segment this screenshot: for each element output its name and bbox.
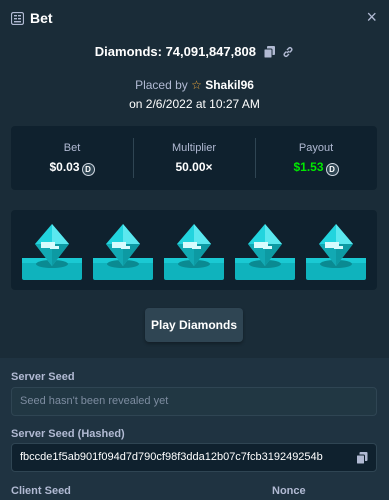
stat-multiplier-value: 50.00× <box>175 160 213 174</box>
modal-header: Bet × <box>0 0 389 36</box>
server-seed-label: Server Seed <box>11 371 75 383</box>
diamond-gem-icon <box>22 224 82 280</box>
link-icon[interactable] <box>282 46 294 58</box>
bet-date: on 2/6/2022 at 10:27 AM <box>129 97 260 111</box>
nonce-label: Nonce <box>272 485 306 497</box>
stat-payout-value: $1.53 <box>293 160 324 174</box>
stat-bet-value-row: $0.03 D <box>11 160 133 176</box>
server-seed-hashed-value: fbccde1f5ab901f094d7d790cf98f3dda12b07c7… <box>20 451 323 463</box>
server-seed-hashed-label: Server Seed (Hashed) <box>11 428 125 440</box>
modal-title: Bet <box>30 10 53 26</box>
game-title: Diamonds: 74,091,847,808 <box>94 44 256 60</box>
username-link[interactable]: Shakil96 <box>205 78 254 92</box>
stat-payout-value-row: $1.53 D <box>255 160 377 176</box>
server-seed-field[interactable]: Seed hasn't been revealed yet <box>11 387 377 416</box>
copy-icon[interactable] <box>263 45 275 58</box>
bet-stats-panel: Bet $0.03 D Multiplier 50.00× Payout $1.5… <box>11 126 377 190</box>
play-diamonds-button[interactable]: Play Diamonds <box>145 308 243 342</box>
stat-payout-label: Payout <box>298 142 334 154</box>
stat-multiplier-label: Multiplier <box>171 142 216 154</box>
stat-bet-label: Bet <box>63 142 81 154</box>
diamond-gem-icon <box>306 224 366 280</box>
diamonds-result-panel <box>11 210 377 290</box>
close-icon[interactable]: × <box>366 8 377 26</box>
stat-bet: Bet $0.03 D <box>11 126 133 190</box>
copy-icon[interactable] <box>356 452 368 464</box>
placed-by-label: Placed by <box>135 78 188 92</box>
bet-slip-icon <box>11 12 24 25</box>
stat-multiplier: Multiplier 50.00× <box>133 126 255 190</box>
game-title-row: Diamonds: 74,091,847,808 <box>0 43 389 59</box>
diamond-gem-icon <box>164 224 224 280</box>
placed-by-row: Placed by ☆ Shakil96 <box>0 78 389 92</box>
stat-bet-value: $0.03 <box>49 160 80 174</box>
currency-icon: D <box>325 163 339 176</box>
server-seed-hashed-field[interactable]: fbccde1f5ab901f094d7d790cf98f3dda12b07c7… <box>11 443 377 472</box>
star-icon: ☆ <box>191 78 202 92</box>
stat-payout: Payout $1.53 D <box>255 126 377 190</box>
diamond-gem-icon <box>93 224 153 280</box>
client-seed-label: Client Seed <box>11 485 71 497</box>
diamond-gem-icon <box>235 224 295 280</box>
currency-icon: D <box>81 163 95 176</box>
